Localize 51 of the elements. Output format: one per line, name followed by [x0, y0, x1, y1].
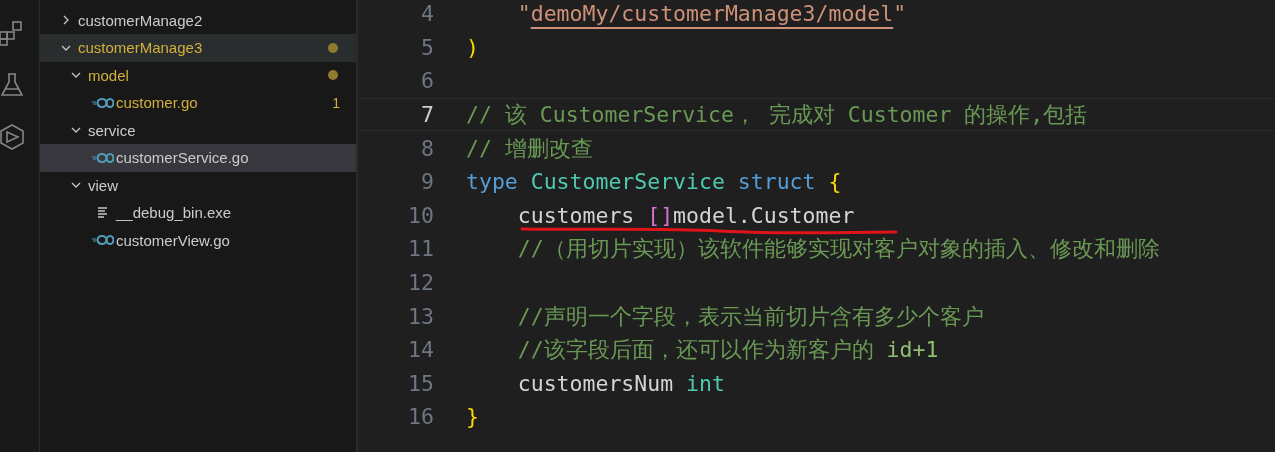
code-line: customers []model.Customer: [516, 202, 855, 228]
folder-row[interactable]: service: [40, 116, 356, 144]
folder-row[interactable]: customerManage3: [40, 34, 356, 62]
folder-row[interactable]: model: [40, 61, 356, 89]
line-number: 9: [420, 169, 434, 195]
flask-icon[interactable]: [0, 72, 25, 98]
code-line: //（用切片实现）该软件能够实现对客户对象的插入、修改和删除: [516, 235, 1160, 264]
line-number: 5: [420, 34, 434, 60]
line-number: 13: [407, 303, 434, 329]
line-number: 11: [407, 236, 434, 262]
code-line: ): [466, 34, 479, 60]
modified-dot: [328, 70, 338, 81]
folder-row[interactable]: view: [40, 171, 356, 199]
problem-count: 1: [332, 94, 340, 111]
folder-row[interactable]: customerManage2: [40, 6, 356, 34]
file-name: __debug_bin.exe: [116, 204, 233, 222]
hexagon-play-icon[interactable]: [0, 124, 25, 150]
line-number: 6: [420, 68, 434, 94]
line-number: 12: [407, 270, 434, 296]
code-line: }: [466, 404, 479, 430]
code-line: //声明一个字段，表示当前切片含有多少个客户: [516, 302, 984, 331]
code-line: // 增删改查: [466, 134, 593, 163]
folder-name: model: [88, 66, 130, 84]
line-number: 14: [407, 337, 434, 363]
line-number: 10: [407, 202, 434, 228]
code-line: type CustomerService struct {: [466, 169, 842, 195]
line-number: 4: [420, 1, 434, 27]
folder-name: service: [88, 121, 137, 139]
file-row[interactable]: customer.go 1: [40, 89, 356, 117]
code-line: //该字段后面，还可以作为新客户的 id+1: [516, 336, 939, 365]
line-number: 15: [407, 370, 434, 396]
folder-name: customerManage2: [78, 11, 204, 29]
go-file-icon: [92, 96, 114, 109]
code-line: // 该 CustomerService， 完成对 Customer 的操作,包括: [466, 101, 1088, 130]
code-line: customersNum int: [516, 370, 725, 396]
go-file-icon: [92, 151, 114, 164]
go-file-icon: [92, 234, 114, 247]
file-row[interactable]: customerService.go: [40, 144, 356, 172]
folder-name: view: [88, 176, 119, 194]
line-number: 7: [420, 102, 434, 128]
modified-dot: [328, 42, 338, 53]
file-name: customer.go: [116, 94, 199, 112]
code-line: "demoMy/customerManage3/model": [516, 1, 907, 27]
file-name: customerView.go: [116, 231, 231, 249]
file-row[interactable]: customerView.go: [40, 226, 356, 254]
file-name: customerService.go: [116, 149, 250, 167]
extensions-icon[interactable]: [0, 20, 25, 46]
line-number: 8: [420, 135, 434, 161]
folder-name: customerManage3: [78, 39, 204, 57]
line-number: 16: [407, 404, 434, 430]
file-row[interactable]: __debug_bin.exe: [40, 199, 356, 227]
